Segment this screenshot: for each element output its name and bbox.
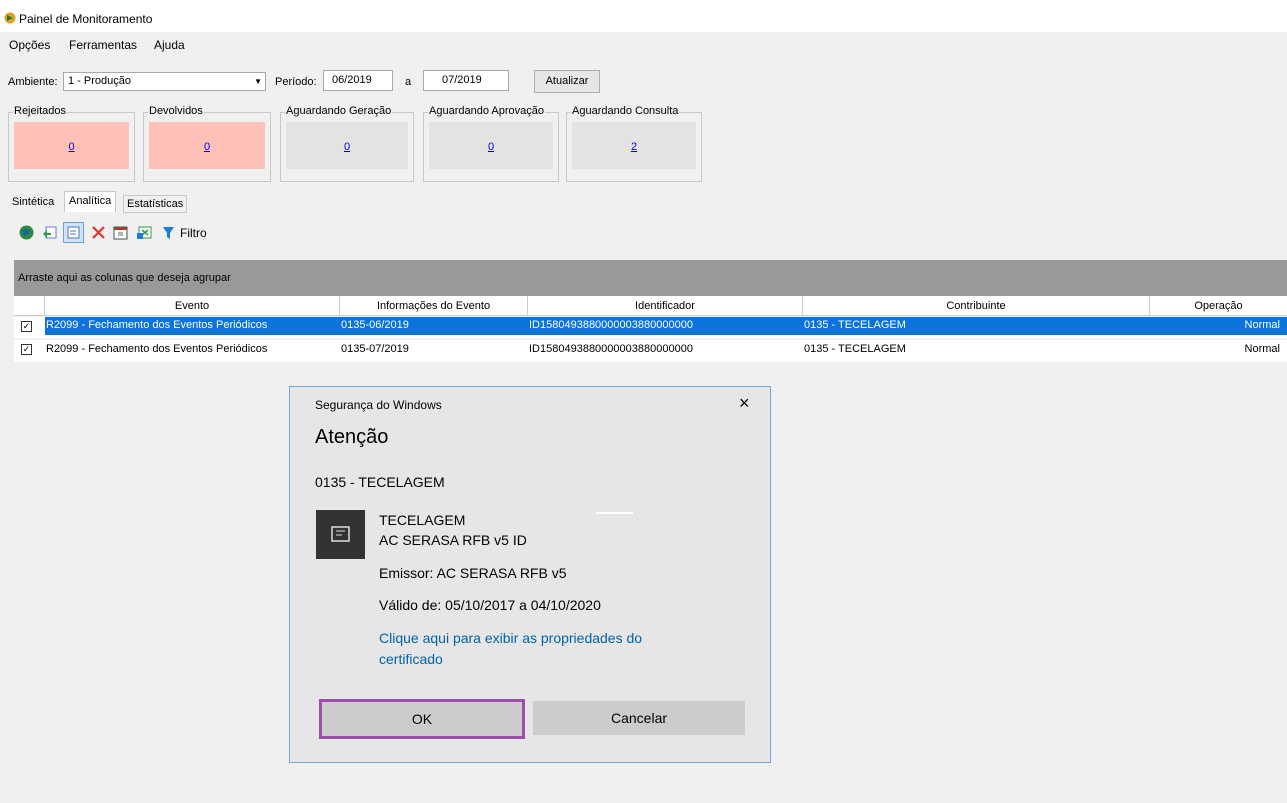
- app-icon: [4, 12, 16, 24]
- cell-evento: R2099 - Fechamento dos Eventos Periódico…: [46, 343, 268, 355]
- title-bar: [0, 0, 1287, 32]
- periodo-from-field[interactable]: 06/2019: [323, 70, 393, 91]
- tab-estatisticas[interactable]: Estatísticas: [123, 195, 188, 213]
- menu-ajuda[interactable]: Ajuda: [154, 38, 185, 52]
- window-title: Painel de Monitoramento: [19, 12, 153, 26]
- column-header-evento[interactable]: Evento: [45, 296, 340, 316]
- dialog-heading: Atenção: [315, 426, 389, 448]
- group-by-hint: Arraste aqui as colunas que deseja agrup…: [18, 272, 231, 284]
- cell-info: 0135-06/2019: [341, 319, 409, 331]
- periodo-to-field[interactable]: 07/2019: [423, 70, 509, 91]
- certificate-ca: AC SERASA RFB v5 ID: [379, 532, 527, 548]
- tab-analitica[interactable]: Analítica: [64, 191, 117, 212]
- status-count-link[interactable]: 0: [14, 141, 129, 153]
- status-box-title: Aguardando Aprovação: [428, 105, 545, 117]
- cell-contribuinte: 0135 - TECELAGEM: [804, 343, 906, 355]
- cell-identificador: ID1580493880000003880000000: [529, 319, 693, 331]
- update-button[interactable]: Atualizar: [534, 70, 600, 93]
- status-count-link[interactable]: 0: [429, 141, 553, 153]
- refresh-icon[interactable]: [41, 224, 58, 241]
- close-icon[interactable]: ×: [739, 393, 750, 414]
- cell-contribuinte: 0135 - TECELAGEM: [804, 319, 906, 331]
- status-box-panel: 0: [286, 122, 408, 169]
- ambiente-label: Ambiente:: [8, 76, 58, 88]
- periodo-label: Período:: [275, 76, 317, 88]
- status-box-title: Rejeitados: [13, 105, 67, 117]
- ok-button[interactable]: OK: [319, 699, 525, 739]
- cell-operacao: Normal: [1244, 343, 1280, 355]
- divider: [596, 512, 633, 514]
- status-count-link[interactable]: 0: [286, 141, 408, 153]
- status-box-panel: 0: [429, 122, 553, 169]
- column-header-contribuinte[interactable]: Contribuinte: [803, 296, 1150, 316]
- status-box-aguardando-geracao: Aguardando Geração 0: [280, 105, 414, 182]
- delete-icon[interactable]: [90, 224, 107, 241]
- status-count-link[interactable]: 0: [149, 141, 265, 153]
- status-box-title: Aguardando Geração: [285, 105, 393, 117]
- cell-evento: R2099 - Fechamento dos Eventos Periódico…: [46, 319, 268, 331]
- ambiente-select[interactable]: 1 - Produção ▼: [63, 72, 266, 91]
- table-row[interactable]: ✓ R2099 - Fechamento dos Eventos Periódi…: [14, 340, 1287, 362]
- cell-identificador: ID1580493880000003880000000: [529, 343, 693, 355]
- menu-opcoes[interactable]: Opções: [9, 38, 50, 52]
- filter-label[interactable]: Filtro: [180, 226, 207, 240]
- dialog-subject: 0135 - TECELAGEM: [315, 474, 445, 490]
- status-count-link[interactable]: 2: [572, 141, 696, 153]
- row-checkbox[interactable]: ✓: [21, 321, 32, 332]
- status-box-title: Devolvidos: [148, 105, 204, 117]
- globe-icon[interactable]: [18, 224, 35, 241]
- status-box-devolvidos: Devolvidos 0: [143, 105, 271, 182]
- certificate-validity: Válido de: 05/10/2017 a 04/10/2020: [379, 597, 601, 613]
- certificate-properties-link-cont[interactable]: certificado: [379, 651, 443, 667]
- select-icon[interactable]: [63, 222, 84, 243]
- cancel-button[interactable]: Cancelar: [533, 701, 745, 735]
- status-box-aguardando-aprovacao: Aguardando Aprovação 0: [423, 105, 559, 182]
- cell-operacao: Normal: [1244, 319, 1280, 331]
- menu-ferramentas[interactable]: Ferramentas: [69, 38, 137, 52]
- certificate-properties-link[interactable]: Clique aqui para exibir as propriedades …: [379, 630, 642, 646]
- status-box-panel: 2: [572, 122, 696, 169]
- status-box-aguardando-consulta: Aguardando Consulta 2: [566, 105, 702, 182]
- status-box-rejeitados: Rejeitados 0: [8, 105, 135, 182]
- periodo-separator: a: [405, 76, 412, 88]
- status-box-panel: 0: [14, 122, 129, 169]
- ambiente-value: 1 - Produção: [68, 75, 131, 87]
- certificate-issuer: Emissor: AC SERASA RFB v5: [379, 565, 567, 581]
- column-header-operacao[interactable]: Operação: [1150, 296, 1287, 316]
- certificate-name: TECELAGEM: [379, 512, 466, 528]
- dialog-caption: Segurança do Windows: [315, 398, 442, 412]
- tab-sintetica[interactable]: Sintética: [12, 193, 54, 211]
- cell-info: 0135-07/2019: [341, 343, 409, 355]
- column-header-info[interactable]: Informações do Evento: [340, 296, 528, 316]
- table-row[interactable]: ✓ R2099 - Fechamento dos Eventos Periódi…: [14, 317, 1287, 338]
- export-icon[interactable]: [136, 224, 153, 241]
- column-header-check: [14, 296, 45, 316]
- status-box-panel: 0: [149, 122, 265, 169]
- calendar-icon[interactable]: [112, 224, 129, 241]
- chevron-down-icon[interactable]: ▼: [254, 73, 262, 90]
- certificate-icon: [316, 510, 365, 559]
- column-header-identificador[interactable]: Identificador: [528, 296, 803, 316]
- filter-icon[interactable]: [162, 224, 175, 241]
- row-checkbox[interactable]: ✓: [21, 344, 32, 355]
- status-box-title: Aguardando Consulta: [571, 105, 680, 117]
